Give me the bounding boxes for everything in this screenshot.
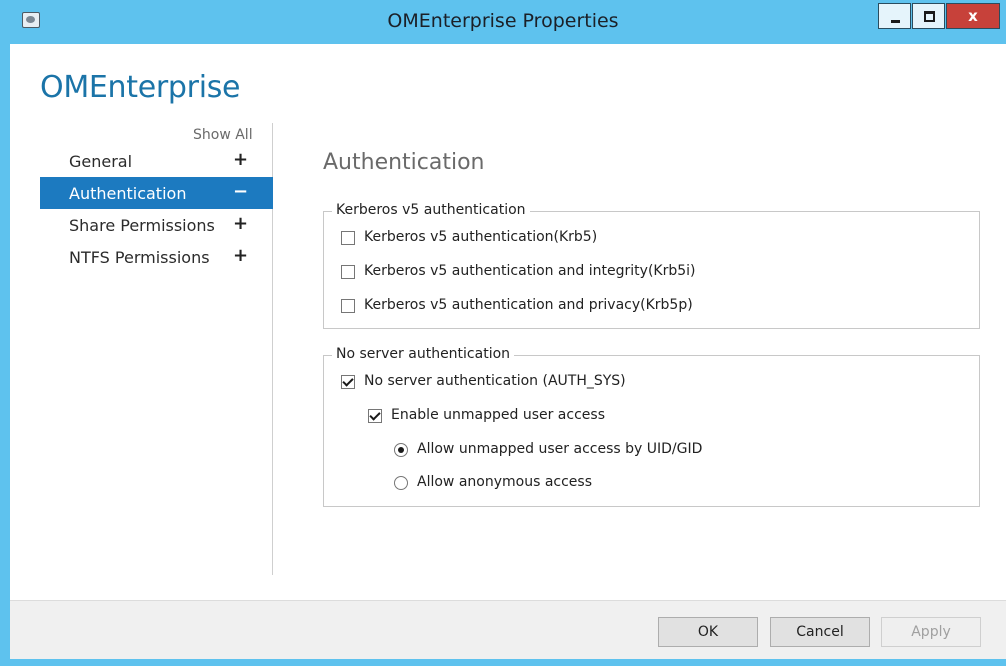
radio-label: Allow anonymous access: [417, 474, 592, 490]
collapse-icon[interactable]: −: [233, 181, 248, 202]
minimize-button[interactable]: [878, 3, 911, 29]
properties-window: OMEnterprise Properties x OMEnterprise S…: [0, 0, 1006, 666]
no-server-auth-group: No server authentication No server authe…: [323, 346, 980, 507]
group-legend: Kerberos v5 authentication: [332, 202, 530, 218]
nav-item-general[interactable]: General +: [40, 145, 273, 177]
ok-button[interactable]: OK: [658, 617, 758, 647]
expand-icon[interactable]: +: [233, 213, 248, 234]
kerberos-group: Kerberos v5 authentication Kerberos v5 a…: [323, 202, 980, 329]
group-legend: No server authentication: [332, 346, 515, 362]
expand-icon[interactable]: +: [233, 149, 248, 170]
checkbox-label: No server authentication (AUTH_SYS): [364, 373, 626, 389]
checkbox-label: Kerberos v5 authentication(Krb5): [364, 229, 598, 245]
anonymous-radio[interactable]: [394, 476, 408, 490]
close-button[interactable]: x: [946, 3, 1000, 29]
unmapped-access-checkbox[interactable]: [368, 409, 382, 423]
dialog-footer: OK Cancel Apply: [10, 600, 1006, 659]
auth-sys-checkbox[interactable]: [341, 375, 355, 389]
nav-item-label: Authentication: [69, 184, 187, 203]
close-icon: x: [968, 7, 978, 25]
checkbox-label: Kerberos v5 authentication and privacy(K…: [364, 297, 693, 313]
section-title: Authentication: [323, 150, 485, 175]
nav-item-label: NTFS Permissions: [69, 248, 210, 267]
expand-icon[interactable]: +: [233, 245, 248, 266]
cancel-button[interactable]: Cancel: [770, 617, 870, 647]
nav-item-authentication[interactable]: Authentication −: [40, 177, 273, 209]
uid-gid-radio[interactable]: [394, 443, 408, 457]
nav-item-label: Share Permissions: [69, 216, 215, 235]
maximize-button[interactable]: [912, 3, 945, 29]
nav-item-ntfs-permissions[interactable]: NTFS Permissions +: [40, 241, 273, 273]
nav-item-share-permissions[interactable]: Share Permissions +: [40, 209, 273, 241]
nav-item-label: General: [69, 152, 133, 171]
checkbox-label: Kerberos v5 authentication and integrity…: [364, 263, 696, 279]
window-title: OMEnterprise Properties: [387, 10, 619, 32]
krb5p-checkbox[interactable]: [341, 299, 355, 313]
krb5i-checkbox[interactable]: [341, 265, 355, 279]
dialog-content: OMEnterprise Show All General + Authenti…: [10, 44, 1006, 600]
krb5-checkbox[interactable]: [341, 231, 355, 245]
app-title: OMEnterprise: [40, 70, 241, 105]
checkbox-label: Enable unmapped user access: [391, 407, 605, 423]
radio-label: Allow unmapped user access by UID/GID: [417, 441, 703, 457]
apply-button[interactable]: Apply: [881, 617, 981, 647]
title-bar[interactable]: OMEnterprise Properties x: [0, 0, 1006, 44]
show-all-link[interactable]: Show All: [193, 127, 253, 143]
